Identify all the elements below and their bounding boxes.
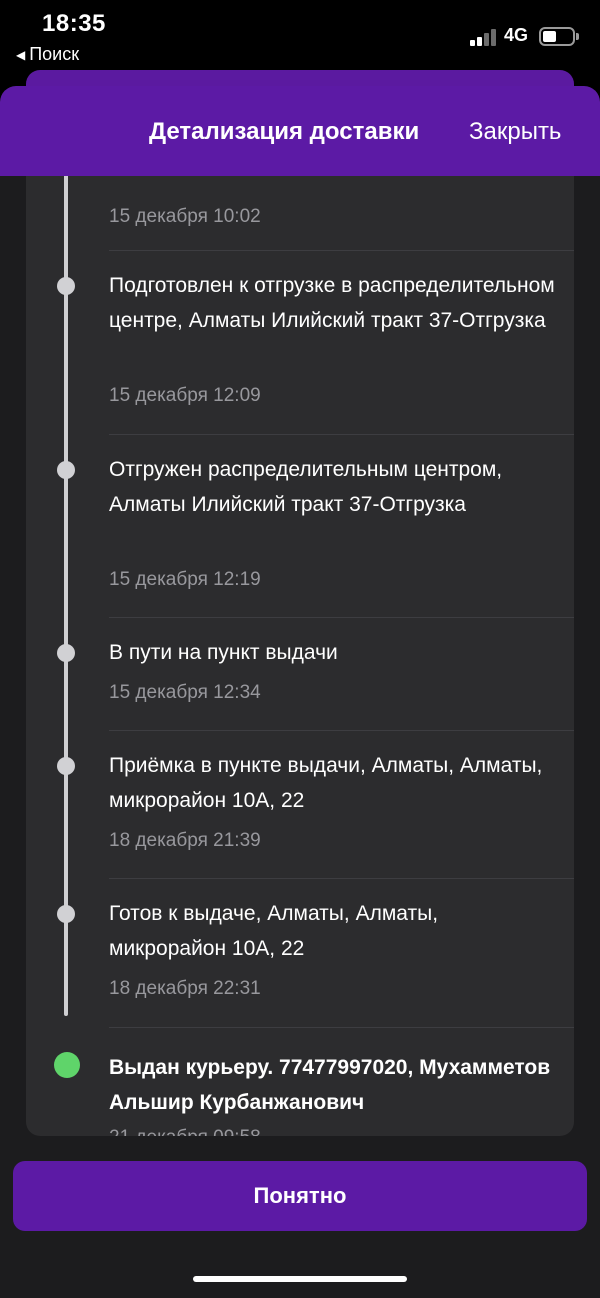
divider bbox=[109, 878, 574, 879]
timeline-dot bbox=[57, 757, 75, 775]
timeline-card[interactable]: 15 декабря 10:02 Подготовлен к отгрузке … bbox=[26, 126, 574, 1136]
event-time: 18 декабря 21:39 bbox=[109, 830, 261, 851]
event-title: Приёмка в пункте выдачи, Алматы, Алматы,… bbox=[109, 754, 543, 812]
network-type: 4G bbox=[504, 25, 529, 45]
event-time: 15 декабря 12:09 bbox=[109, 385, 261, 406]
divider bbox=[109, 434, 574, 435]
ok-button[interactable]: Понятно bbox=[13, 1161, 587, 1231]
event-time: 21 декабря 09:58 bbox=[109, 1127, 261, 1136]
timeline-dot bbox=[57, 461, 75, 479]
timeline-line bbox=[64, 126, 68, 1016]
page-title: Детализация доставки bbox=[149, 118, 420, 145]
divider bbox=[109, 1027, 574, 1028]
event-title: Выдан курьеру. 77477997020, Мухамметов А… bbox=[109, 1056, 551, 1114]
event-title: Отгружен распределительным центром, Алма… bbox=[109, 458, 503, 516]
sheet-header: Детализация доставки Закрыть bbox=[0, 86, 600, 176]
back-to-search-link[interactable]: ◀ Поиск bbox=[16, 44, 79, 65]
status-bar: 18:35 ◀ Поиск 4G bbox=[0, 0, 600, 70]
back-link-label: Поиск bbox=[29, 44, 80, 64]
signal-strength-icon bbox=[470, 28, 498, 46]
delivery-details-sheet: Детализация доставки Закрыть 15 декабря … bbox=[0, 86, 600, 1298]
event-time-cut-off: 15 декабря 10:02 bbox=[109, 206, 261, 227]
back-arrow-icon: ◀ bbox=[16, 47, 26, 62]
divider bbox=[109, 250, 574, 251]
divider bbox=[109, 730, 574, 731]
event-title: В пути на пункт выдачи bbox=[109, 641, 338, 664]
event-title: Готов к выдаче, Алматы, Алматы, микрорай… bbox=[109, 902, 439, 960]
timeline-dot bbox=[57, 644, 75, 662]
home-indicator[interactable] bbox=[193, 1276, 407, 1282]
battery-tip bbox=[576, 33, 579, 40]
close-button[interactable]: Закрыть bbox=[469, 118, 561, 146]
event-time: 15 декабря 12:34 bbox=[109, 682, 261, 703]
timeline-dot bbox=[57, 277, 75, 295]
battery-icon bbox=[539, 27, 575, 46]
status-time: 18:35 bbox=[42, 10, 106, 37]
divider bbox=[109, 617, 574, 618]
event-time: 18 декабря 22:31 bbox=[109, 978, 261, 999]
event-time: 15 декабря 12:19 bbox=[109, 569, 261, 590]
event-title: Подготовлен к отгрузке в распределительн… bbox=[109, 274, 555, 332]
timeline-dot-active bbox=[54, 1052, 80, 1078]
timeline-dot bbox=[57, 905, 75, 923]
